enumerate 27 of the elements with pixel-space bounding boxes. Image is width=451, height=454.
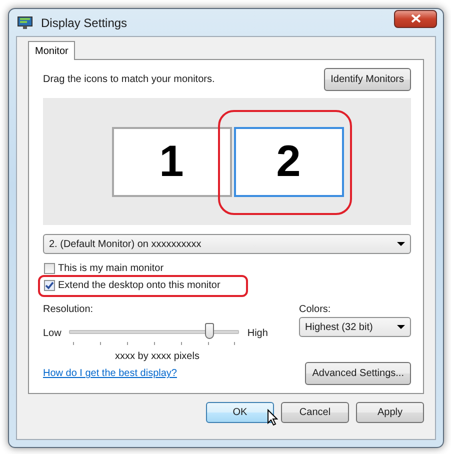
checkbox[interactable] [44, 280, 55, 291]
colors-dropdown[interactable]: Highest (32 bit) [299, 317, 411, 337]
checkbox-label: Extend the desktop onto this monitor [58, 280, 220, 291]
close-button[interactable] [394, 10, 437, 28]
pointer-cursor-icon [267, 409, 278, 426]
resolution-label: Resolution: [43, 304, 94, 315]
dialog-button[interactable]: Cancel [281, 402, 349, 423]
dialog-button[interactable]: Apply [356, 402, 424, 423]
resolution-reading: xxxx by xxxx pixels [115, 351, 200, 362]
colors-label: Colors: [299, 304, 332, 315]
high-label: High [247, 328, 268, 338]
monitor-tab[interactable]: Monitor [28, 41, 76, 60]
low-label: Low [43, 328, 62, 338]
checkbox-label: This is my main monitor [58, 263, 164, 274]
close-icon [410, 14, 420, 23]
checkbox[interactable] [44, 263, 55, 274]
window-title: Display Settings [41, 16, 128, 30]
monitor-icon [17, 16, 33, 30]
monitor-dropdown[interactable]: 2. (Default Monitor) on xxxxxxxxxx [43, 234, 411, 254]
monitor-tile[interactable]: 1 [112, 126, 232, 197]
slider-thumb[interactable] [205, 323, 214, 339]
resolution-slider[interactable] [69, 320, 240, 346]
advanced-settings-button[interactable]: Advanced Settings... [305, 362, 411, 385]
instruction-text: Drag the icons to match your monitors. [43, 74, 215, 85]
identify-monitors-button[interactable]: Identify Monitors [324, 68, 411, 91]
help-link[interactable]: How do I get the best display? [43, 368, 177, 379]
monitor-tile[interactable]: 2 [234, 126, 344, 197]
